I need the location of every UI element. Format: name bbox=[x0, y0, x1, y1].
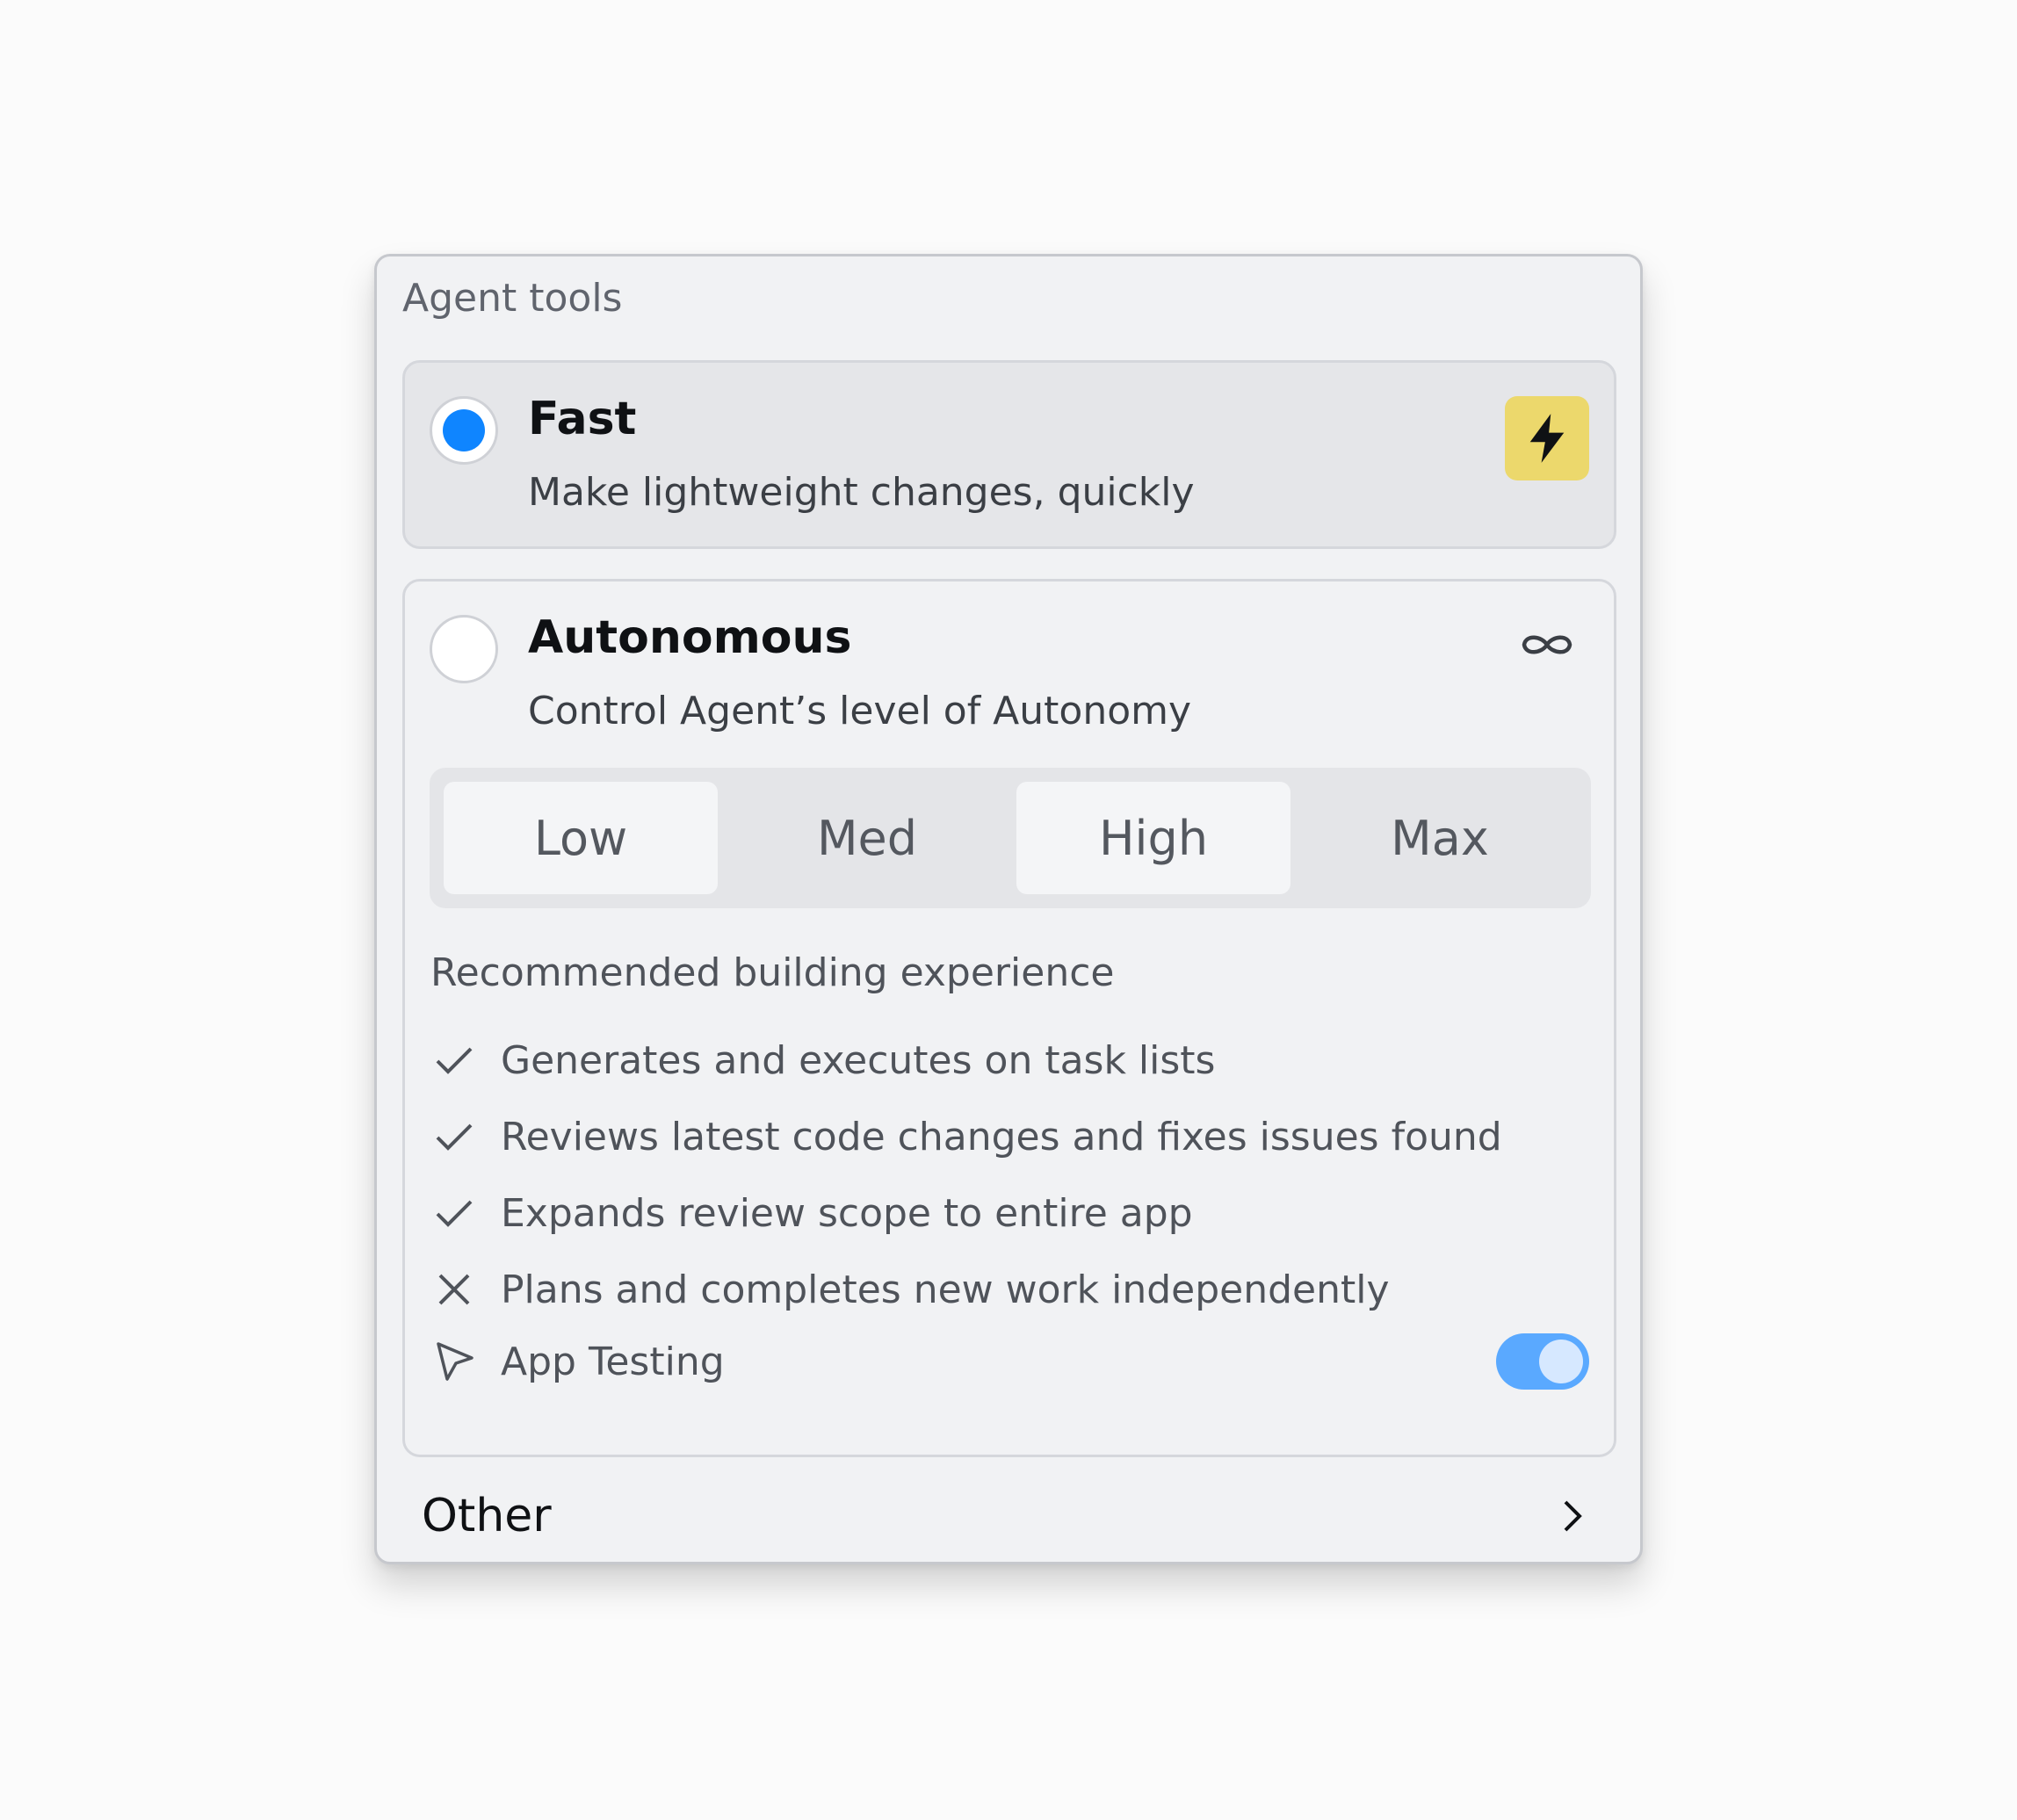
option-autonomous[interactable]: Autonomous Control Agent’s level of Auto… bbox=[402, 579, 1616, 1457]
option-fast[interactable]: Fast Make lightweight changes, quickly bbox=[402, 360, 1616, 549]
autonomy-level-selector: Low Med High Max bbox=[430, 768, 1591, 908]
feature-text: Reviews latest code changes and fixes is… bbox=[501, 1114, 1502, 1159]
panel-title: Agent tools bbox=[402, 276, 623, 321]
feature-text: Generates and executes on task lists bbox=[501, 1037, 1216, 1083]
fast-title: Fast bbox=[528, 393, 637, 445]
chevron-right-icon bbox=[1564, 1500, 1582, 1532]
feature-text: Plans and completes new work independent… bbox=[501, 1267, 1390, 1312]
agent-tools-panel: Agent tools Fast Make lightweight change… bbox=[374, 254, 1643, 1564]
level-low-button[interactable]: Low bbox=[444, 782, 718, 894]
infinity-icon bbox=[1522, 635, 1572, 654]
other-label: Other bbox=[422, 1490, 552, 1542]
feature-item: Plans and completes new work independent… bbox=[430, 1259, 1572, 1320]
feature-item: Reviews latest code changes and fixes is… bbox=[430, 1106, 1572, 1167]
other-menu-item[interactable]: Other bbox=[402, 1477, 1616, 1556]
check-icon bbox=[430, 1113, 478, 1160]
bolt-icon bbox=[1505, 396, 1589, 480]
x-icon bbox=[430, 1266, 478, 1313]
fast-radio[interactable] bbox=[430, 396, 498, 465]
autonomous-description: Control Agent’s level of Autonomy bbox=[528, 689, 1192, 733]
check-icon bbox=[430, 1036, 478, 1084]
radio-selected-dot bbox=[443, 409, 485, 451]
recommended-title: Recommended building experience bbox=[430, 950, 1115, 995]
check-icon bbox=[430, 1189, 478, 1237]
level-med-button[interactable]: Med bbox=[730, 782, 1004, 894]
cursor-pointer-icon bbox=[430, 1338, 478, 1385]
app-testing-toggle[interactable] bbox=[1496, 1333, 1589, 1390]
app-testing-label: App Testing bbox=[501, 1339, 725, 1384]
feature-item: Expands review scope to entire app bbox=[430, 1182, 1572, 1244]
fast-description: Make lightweight changes, quickly bbox=[528, 470, 1195, 515]
toggle-knob bbox=[1539, 1340, 1583, 1383]
level-max-button[interactable]: Max bbox=[1303, 782, 1577, 894]
autonomous-title: Autonomous bbox=[528, 611, 852, 664]
app-testing-row: App Testing bbox=[430, 1331, 1572, 1392]
feature-text: Expands review scope to entire app bbox=[501, 1190, 1193, 1236]
autonomous-radio[interactable] bbox=[430, 615, 498, 683]
feature-item: Generates and executes on task lists bbox=[430, 1029, 1572, 1091]
level-high-button[interactable]: High bbox=[1016, 782, 1290, 894]
